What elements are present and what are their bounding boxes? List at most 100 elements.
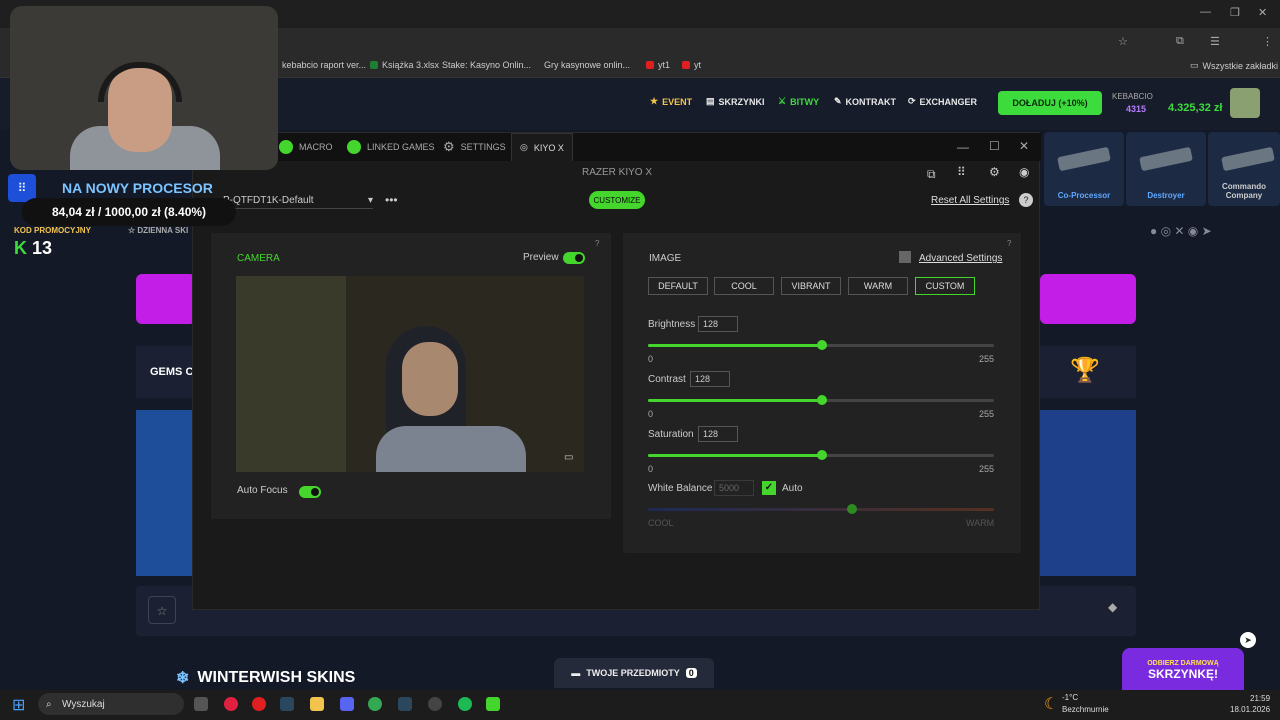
camera-preview: ▭: [236, 276, 584, 472]
k-logo-icon: K: [14, 238, 27, 258]
white-balance-slider[interactable]: [648, 504, 994, 514]
avatar[interactable]: [1230, 88, 1260, 118]
rifle-icon: [1057, 146, 1111, 172]
white-balance-handle[interactable]: [847, 504, 857, 514]
tab-settings[interactable]: ⚙ SETTINGS: [443, 133, 506, 161]
reset-all-button[interactable]: Reset All Settings: [931, 195, 1009, 206]
nav-bitwy[interactable]: ⚔ BITWY: [778, 96, 819, 107]
bookmark-kebabcio[interactable]: kebabcio raport ver...: [282, 60, 366, 70]
reading-list-icon[interactable]: ☰: [1210, 35, 1220, 48]
brightness-handle[interactable]: [817, 340, 827, 350]
tab-kiyo-x[interactable]: ◎ KIYO X: [511, 133, 573, 161]
extensions-icon[interactable]: ⧉: [1176, 35, 1184, 48]
minimize-icon[interactable]: —: [957, 140, 969, 154]
steam-icon[interactable]: [398, 697, 412, 711]
windows-start-icon[interactable]: ⊞: [12, 695, 25, 715]
bookmark-yt1[interactable]: yt1: [646, 60, 670, 70]
preset-warm[interactable]: WARM: [848, 277, 908, 295]
layers-icon[interactable]: ⧉: [927, 167, 936, 182]
opera-icon[interactable]: [252, 697, 266, 711]
send-icon[interactable]: ➤: [1240, 632, 1256, 648]
daily-label[interactable]: ☆ DZIENNA SKI: [128, 226, 188, 235]
gems-title: GEMS C: [150, 366, 194, 378]
eraser-icon[interactable]: ◆: [1108, 600, 1117, 614]
all-bookmarks[interactable]: ▭ Wszystkie zakładki: [1190, 60, 1278, 71]
saturation-handle[interactable]: [817, 450, 827, 460]
razer-synapse-icon[interactable]: [486, 697, 500, 711]
advanced-settings-link[interactable]: Advanced Settings: [919, 253, 1002, 264]
taskbar-search[interactable]: ⌕ Wyszukaj: [38, 693, 184, 715]
brightness-input[interactable]: 128: [698, 316, 738, 332]
white-balance-label: White Balance: [648, 483, 713, 494]
saturation-input[interactable]: 128: [698, 426, 738, 442]
your-items-button[interactable]: ▬ TWOJE PRZEDMIOTY 0: [554, 658, 714, 688]
bookmark-yt[interactable]: yt: [682, 60, 701, 70]
contrast-max: 255: [979, 409, 995, 419]
snowflake-icon: ❄: [176, 670, 190, 687]
skin-card[interactable]: Destroyer: [1126, 132, 1206, 206]
card-left[interactable]: [136, 410, 196, 576]
apps-icon[interactable]: ⠿: [957, 165, 966, 179]
nav-skrzynki[interactable]: ▤ SKRZYNKI: [706, 96, 765, 107]
close-icon[interactable]: ✕: [1258, 6, 1267, 19]
tab-linked-games[interactable]: LINKED GAMES: [347, 133, 435, 161]
contrast-input[interactable]: 128: [690, 371, 730, 387]
bookmark-gry[interactable]: Gry kasynowe onlin...: [544, 60, 630, 70]
customize-button[interactable]: CUSTOMIZE: [589, 191, 645, 209]
bookmark-ksiazka[interactable]: Książka 3.xlsx: [370, 60, 439, 70]
support-icon[interactable]: ◉: [1019, 165, 1029, 179]
brightness-slider[interactable]: [648, 340, 994, 350]
discord-icon[interactable]: [340, 697, 354, 711]
doladuj-button[interactable]: DOŁADUJ (+10%): [998, 91, 1102, 115]
contrast-slider[interactable]: [648, 395, 994, 405]
help-icon[interactable]: ?: [595, 239, 599, 248]
webcam-headphones: [98, 62, 182, 102]
close-icon[interactable]: ✕: [1019, 139, 1029, 153]
tab-macro[interactable]: MACRO: [279, 133, 333, 161]
social-icons[interactable]: ● ◎ ✕ ◉ ➤: [1150, 224, 1212, 238]
nav-event[interactable]: ★ EVENT: [650, 96, 692, 107]
saturation-slider[interactable]: [648, 450, 994, 460]
minimize-icon[interactable]: —: [1200, 6, 1211, 18]
autofocus-toggle[interactable]: [299, 486, 321, 498]
folder-icon[interactable]: [310, 697, 324, 711]
settings-icon[interactable]: ⚙: [989, 165, 1000, 179]
banner-left[interactable]: [136, 274, 196, 324]
banner-right[interactable]: [1040, 274, 1136, 324]
fullscreen-icon[interactable]: ▭: [564, 452, 573, 463]
preset-default[interactable]: DEFAULT: [648, 277, 708, 295]
skin-card[interactable]: Commando Company: [1208, 132, 1280, 206]
maximize-icon[interactable]: ☐: [989, 139, 1000, 153]
promo-line-2: SKRZYNKĘ!: [1147, 667, 1218, 681]
opera-gx-icon[interactable]: [224, 697, 238, 711]
white-balance-input[interactable]: 5000: [714, 480, 754, 496]
obs-icon[interactable]: [428, 697, 442, 711]
chrome-icon[interactable]: [368, 697, 382, 711]
bookmark-stake[interactable]: Stake: Kasyno Onlin...: [442, 60, 531, 70]
nav-exchanger[interactable]: ⟳ EXCHANGER: [908, 96, 977, 107]
spotify-icon[interactable]: [458, 697, 472, 711]
more-icon[interactable]: •••: [385, 193, 398, 207]
favorite-star-icon[interactable]: ☆: [148, 596, 176, 624]
preset-cool[interactable]: COOL: [714, 277, 774, 295]
auto-checkbox[interactable]: ✓: [762, 481, 776, 495]
menu-icon[interactable]: ⋮: [1262, 35, 1273, 48]
help-icon[interactable]: ?: [1019, 193, 1033, 207]
card-right[interactable]: [1040, 410, 1136, 576]
user-balance: 4.325,32 zł: [1168, 102, 1223, 114]
preview-toggle[interactable]: [563, 252, 585, 264]
preset-custom[interactable]: CUSTOM: [915, 277, 975, 295]
brightness-max: 255: [979, 354, 995, 364]
contrast-handle[interactable]: [817, 395, 827, 405]
help-icon[interactable]: ?: [1007, 239, 1011, 248]
preset-vibrant[interactable]: VIBRANT: [781, 277, 841, 295]
star-icon[interactable]: ☆: [1118, 35, 1128, 48]
autofocus-label: Auto Focus: [237, 485, 288, 496]
white-balance-cool: COOL: [648, 518, 674, 528]
task-view-icon[interactable]: [194, 697, 208, 711]
maximize-icon[interactable]: ❐: [1230, 6, 1240, 19]
nav-kontrakt[interactable]: ✎ KONTRAKT: [834, 96, 896, 107]
steam-icon[interactable]: [280, 697, 294, 711]
skin-card[interactable]: Co-Processor: [1044, 132, 1124, 206]
profile-select[interactable]: P-QTFDT1K-Default ▾: [223, 195, 373, 209]
